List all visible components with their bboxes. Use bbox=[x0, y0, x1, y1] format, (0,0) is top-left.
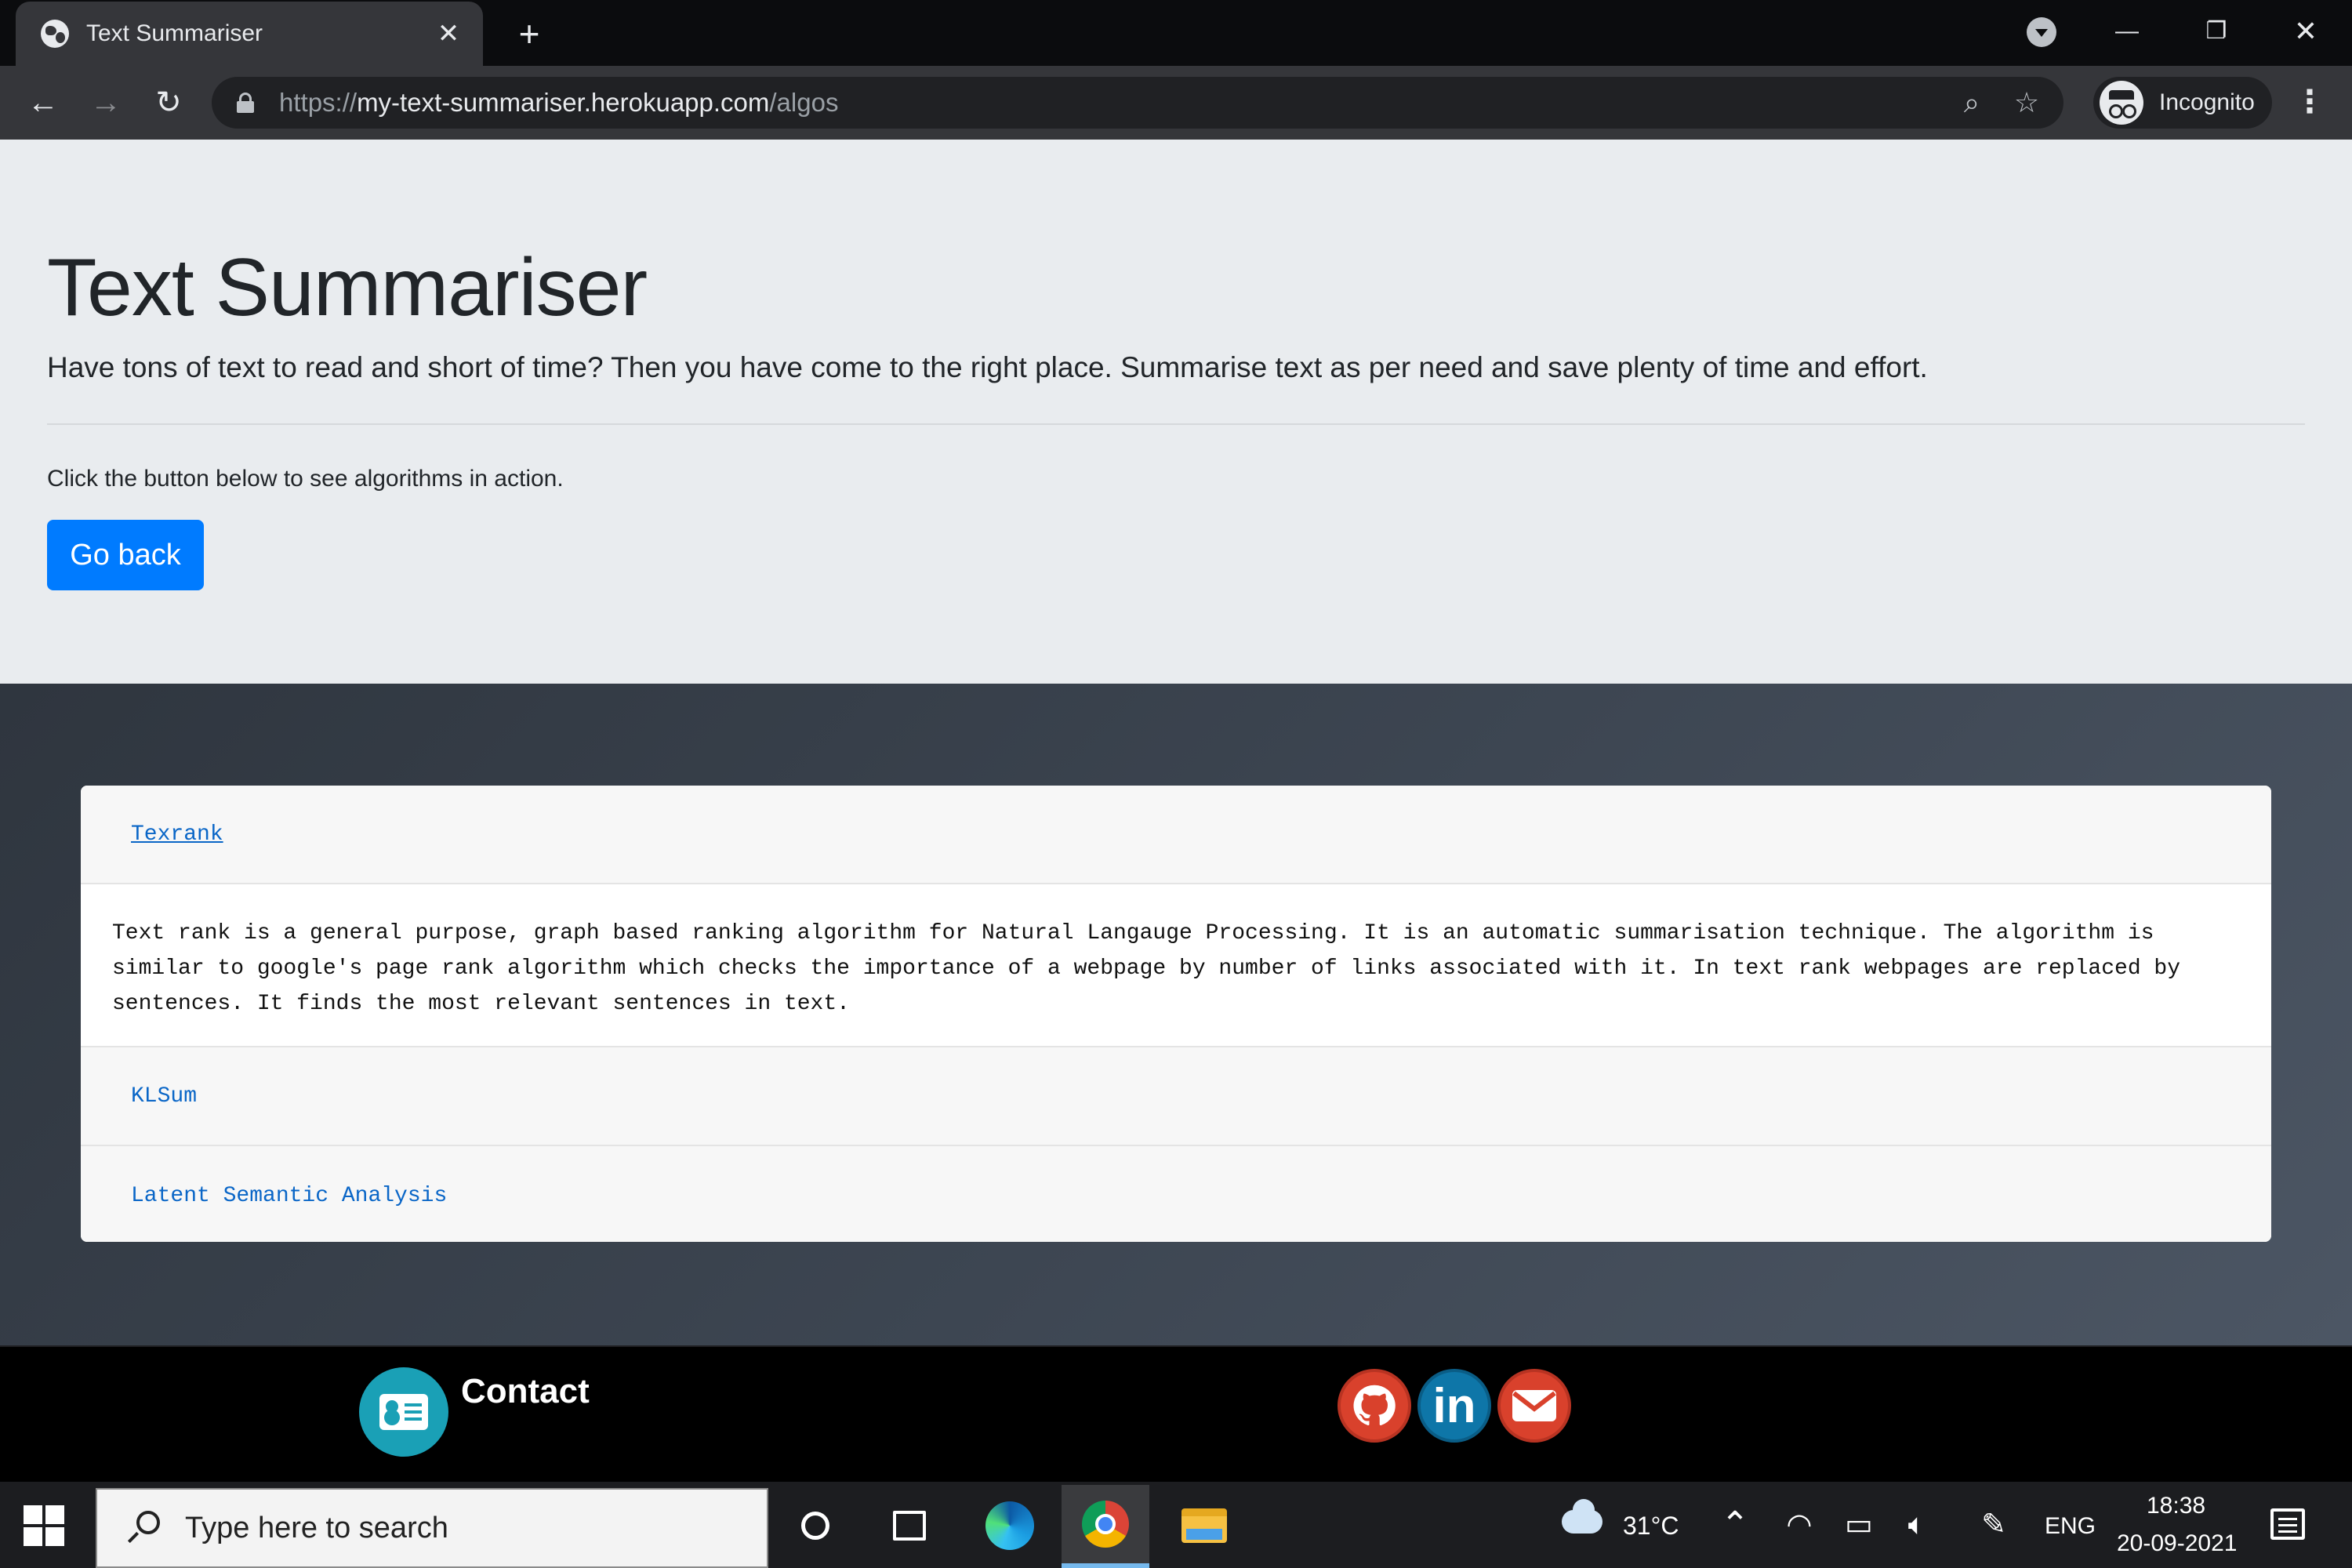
contact-card-icon bbox=[359, 1367, 448, 1457]
url-text[interactable]: https://my-text-summariser.herokuapp.com… bbox=[279, 88, 1954, 118]
incognito-label: Incognito bbox=[2159, 89, 2255, 115]
chevron-up-icon[interactable]: ⌃ bbox=[1715, 1502, 1755, 1548]
jumbotron: Text Summariser Have tons of text to rea… bbox=[0, 140, 2352, 684]
browser-tab-strip: Text Summariser ✕ + — ❐ ✕ bbox=[0, 0, 2352, 66]
task-view-icon[interactable] bbox=[878, 1494, 941, 1557]
accordion-header-klsum: KLSum bbox=[81, 1047, 2271, 1146]
clock-time[interactable]: 18:38 bbox=[2147, 1493, 2205, 1519]
hint-text: Click the button below to see algorithms… bbox=[47, 466, 564, 492]
window-close-button[interactable]: ✕ bbox=[2270, 8, 2341, 55]
forward-button[interactable]: → bbox=[85, 82, 127, 124]
language-indicator[interactable]: ENG bbox=[2045, 1513, 2096, 1540]
pen-icon[interactable]: ✎ bbox=[1974, 1502, 2013, 1548]
weather-cloud-icon[interactable] bbox=[1562, 1499, 1602, 1534]
page-title: Text Summariser bbox=[47, 242, 648, 333]
restore-button[interactable]: ❐ bbox=[2181, 8, 2252, 55]
back-button[interactable]: ← bbox=[22, 82, 64, 124]
chrome-icon bbox=[1074, 1493, 1137, 1555]
browser-tab[interactable]: Text Summariser ✕ bbox=[16, 2, 483, 66]
search-icon bbox=[125, 1511, 160, 1545]
minimize-button[interactable]: — bbox=[2092, 8, 2162, 55]
windows-start-icon[interactable] bbox=[24, 1505, 66, 1548]
notification-icon[interactable] bbox=[2270, 1508, 2305, 1540]
klsum-toggle[interactable]: KLSum bbox=[131, 1084, 197, 1109]
reload-button[interactable]: ↻ bbox=[147, 82, 190, 124]
browser-menu-icon[interactable]: ⋮ bbox=[2294, 86, 2325, 121]
zoom-icon[interactable]: ⌕ bbox=[1954, 85, 1990, 121]
edge-icon[interactable] bbox=[978, 1494, 1041, 1557]
taskbar-search-input[interactable]: Type here to search bbox=[96, 1488, 768, 1568]
lead-text: Have tons of text to read and short of t… bbox=[47, 351, 1928, 383]
accordion-header-textrank: Texrank bbox=[81, 786, 2271, 884]
divider bbox=[47, 423, 2305, 425]
volume-icon[interactable]: 🔈︎ bbox=[1897, 1502, 1936, 1548]
linkedin-icon[interactable]: in bbox=[1417, 1369, 1491, 1443]
clock-date[interactable]: 20-09-2021 bbox=[2117, 1530, 2237, 1557]
page-content: Text Summariser Have tons of text to rea… bbox=[0, 140, 2352, 1345]
browser-toolbar: ← → ↻ https://my-text-summariser.herokua… bbox=[0, 66, 2352, 140]
battery-icon[interactable]: ▭ bbox=[1839, 1502, 1878, 1548]
cortana-icon[interactable] bbox=[784, 1494, 847, 1557]
envelope-icon[interactable] bbox=[1497, 1369, 1571, 1443]
algorithms-accordion: Texrank Text rank is a general purpose, … bbox=[81, 786, 2271, 1242]
incognito-icon bbox=[2100, 81, 2143, 125]
textrank-description: Text rank is a general purpose, graph ba… bbox=[81, 884, 2271, 1047]
go-back-button[interactable]: Go back bbox=[47, 520, 204, 590]
chrome-taskbar-button[interactable] bbox=[1062, 1485, 1149, 1568]
github-icon[interactable] bbox=[1338, 1369, 1411, 1443]
weather-temperature[interactable]: 31°C bbox=[1623, 1512, 1679, 1541]
contact-heading: Contact bbox=[461, 1372, 590, 1410]
tab-title: Text Summariser bbox=[86, 20, 263, 46]
windows-taskbar: Type here to search 31°C ⌃ ◠ ▭ 🔈︎ ✎ ENG … bbox=[0, 1482, 2352, 1568]
incognito-profile-button[interactable]: Incognito bbox=[2093, 77, 2272, 129]
search-placeholder: Type here to search bbox=[185, 1511, 448, 1544]
lock-icon[interactable] bbox=[237, 93, 254, 113]
star-icon[interactable]: ☆ bbox=[2009, 85, 2045, 121]
globe-icon bbox=[41, 20, 69, 48]
textrank-toggle[interactable]: Texrank bbox=[131, 822, 223, 847]
address-bar[interactable]: https://my-text-summariser.herokuapp.com… bbox=[212, 77, 2063, 129]
new-tab-button[interactable]: + bbox=[510, 14, 549, 53]
lsa-toggle[interactable]: Latent Semantic Analysis bbox=[131, 1184, 447, 1208]
tab-search-icon[interactable] bbox=[2027, 17, 2056, 47]
footer bbox=[0, 1347, 2352, 1482]
wifi-icon[interactable]: ◠ bbox=[1780, 1502, 1819, 1548]
file-explorer-icon[interactable] bbox=[1173, 1494, 1236, 1557]
tab-close-icon[interactable]: ✕ bbox=[433, 18, 464, 49]
accordion-header-lsa: Latent Semantic Analysis bbox=[81, 1146, 2271, 1242]
